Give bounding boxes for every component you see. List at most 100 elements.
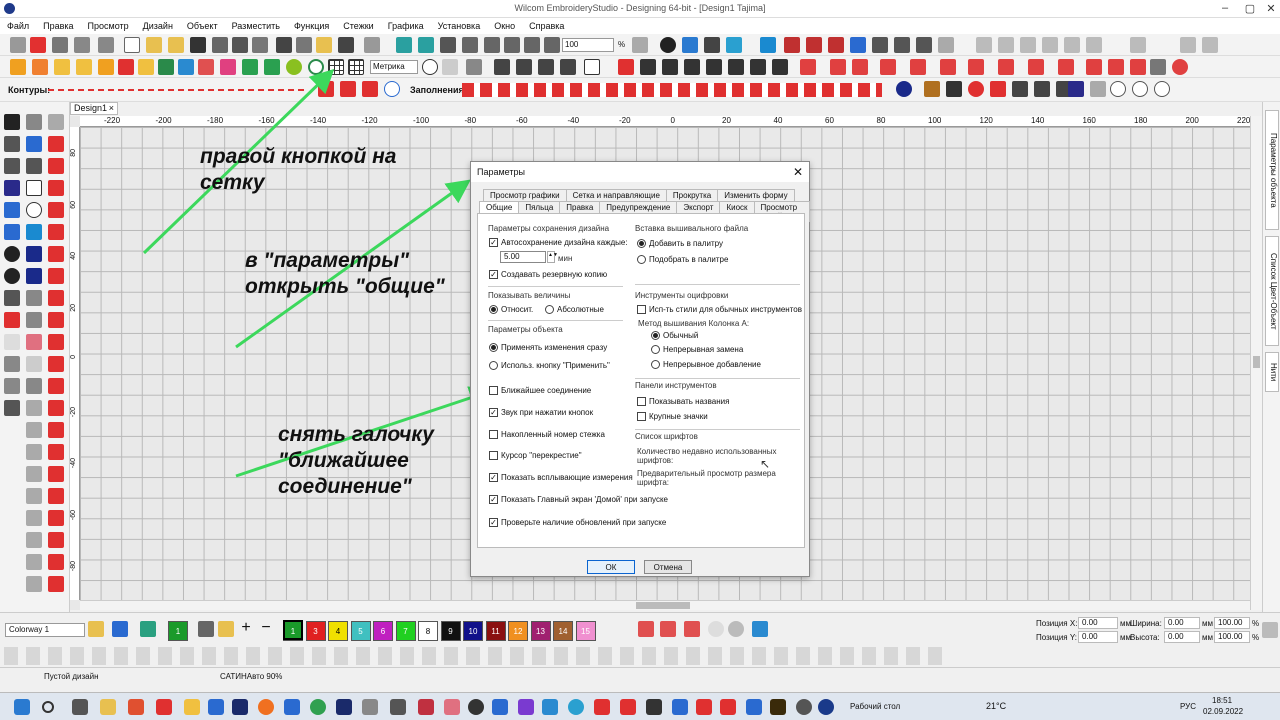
word-icon[interactable]: [284, 699, 300, 715]
settings-icon[interactable]: [796, 699, 812, 715]
show-names-checkbox[interactable]: Показывать названия: [637, 397, 729, 406]
tab-graphics-view[interactable]: Просмотр графики: [483, 189, 567, 201]
autosave-interval-input[interactable]: 5.00: [500, 251, 546, 263]
position-x-input[interactable]: 0.00: [1078, 617, 1118, 629]
color-swatch-10[interactable]: 10: [463, 621, 483, 641]
tool-icon[interactable]: [88, 621, 104, 637]
desktop-label[interactable]: Рабочий стол: [850, 702, 900, 711]
use-styles-checkbox[interactable]: Исп-ть стили для обычных инструментов: [637, 305, 802, 314]
clock-time[interactable]: 18:51: [1212, 696, 1232, 705]
large-icons-checkbox[interactable]: Крупные значки: [637, 412, 708, 421]
popup-measure-checkbox[interactable]: ✓ Показать всплывающие измерения: [489, 473, 633, 482]
app-icon[interactable]: [492, 699, 508, 715]
cancel-button[interactable]: Отмена: [644, 560, 692, 574]
app-icon[interactable]: [568, 699, 584, 715]
app-icon[interactable]: [746, 699, 762, 715]
autosave-checkbox[interactable]: ✓ Автосохранение дизайна каждые:: [489, 238, 628, 247]
tool-icon[interactable]: [708, 621, 724, 637]
color-swatch-6[interactable]: 6: [373, 621, 393, 641]
app-icon[interactable]: [208, 699, 224, 715]
colorway-select[interactable]: Colorway 1: [5, 623, 85, 637]
explorer-icon[interactable]: [100, 699, 116, 715]
search-icon[interactable]: [42, 701, 54, 713]
app-icon[interactable]: [468, 699, 484, 715]
height-input[interactable]: 0.00: [1164, 631, 1200, 643]
backup-checkbox[interactable]: ✓ Создавать резервную копию: [489, 270, 607, 279]
tool-icon[interactable]: [638, 621, 654, 637]
ok-button[interactable]: ОК: [587, 560, 635, 574]
remove-color-icon[interactable]: −: [258, 620, 274, 637]
weather-temp[interactable]: 21°C: [986, 701, 1006, 711]
firefox-icon[interactable]: [258, 699, 274, 715]
eyedropper-icon[interactable]: [198, 621, 214, 637]
add-color-icon[interactable]: +: [238, 620, 254, 637]
language-indicator[interactable]: РУС: [1180, 702, 1196, 711]
crosshair-cursor-checkbox[interactable]: Курсор "перекрестие": [489, 451, 582, 460]
home-screen-checkbox[interactable]: ✓ Показать Главный экран 'Домой' при запу…: [489, 495, 668, 504]
add-to-palette-radio[interactable]: Добавить в палитру: [637, 239, 723, 248]
dialog-close-icon[interactable]: ✕: [793, 165, 803, 179]
app-icon[interactable]: [418, 699, 434, 715]
tab-scroll[interactable]: Прокрутка: [665, 189, 719, 201]
palette-icon[interactable]: [112, 621, 128, 637]
absolute-radio[interactable]: Абсолютные: [545, 305, 604, 314]
app-icon[interactable]: [444, 699, 460, 715]
fill-bucket-icon[interactable]: [218, 621, 234, 637]
yandex-icon[interactable]: [720, 699, 736, 715]
lock-icon[interactable]: [1262, 622, 1278, 638]
color-swatch-5[interactable]: 5: [350, 621, 371, 641]
color-swatch-1[interactable]: 1: [168, 621, 188, 641]
continuous-add-radio[interactable]: Непрерывное добавление: [651, 360, 761, 369]
tab-grid-guides[interactable]: Сетка и направляющие: [565, 189, 667, 201]
app-icon[interactable]: [156, 699, 172, 715]
nearest-join-checkbox[interactable]: Ближайшее соединение: [489, 386, 591, 395]
app-icon[interactable]: [672, 699, 688, 715]
width-input[interactable]: 0.00: [1164, 617, 1200, 629]
color-swatch-9[interactable]: 9: [440, 621, 461, 641]
continuous-replace-radio[interactable]: Непрерывная замена: [651, 345, 743, 354]
illustrator-icon[interactable]: [770, 699, 786, 715]
height-percent-input[interactable]: 100.00: [1214, 631, 1250, 643]
color-swatch-11[interactable]: 11: [485, 621, 506, 641]
app-icon[interactable]: [620, 699, 636, 715]
tool-icon[interactable]: [752, 621, 768, 637]
chrome-icon[interactable]: [310, 699, 326, 715]
color-swatch-14[interactable]: 14: [553, 621, 573, 641]
match-palette-radio[interactable]: Подобрать в палитре: [637, 255, 728, 264]
app-icon[interactable]: [696, 699, 712, 715]
app-icon[interactable]: [336, 699, 352, 715]
button-sound-checkbox[interactable]: ✓ Звук при нажатии кнопок: [489, 408, 593, 417]
color-swatch-7[interactable]: 7: [395, 621, 416, 641]
check-updates-checkbox[interactable]: ✓ Проверьте наличие обновлений при запуск…: [489, 518, 666, 527]
clock-date[interactable]: 02.09.2022: [1203, 707, 1243, 716]
color-swatch-13[interactable]: 13: [530, 621, 551, 641]
app-icon[interactable]: [184, 699, 200, 715]
transform-toolbar[interactable]: [4, 647, 944, 665]
photoshop-icon[interactable]: [232, 699, 248, 715]
spinner-icon[interactable]: ▲▼: [547, 251, 558, 263]
color-swatch-8[interactable]: 8: [418, 621, 438, 641]
tool-icon[interactable]: [660, 621, 676, 637]
start-icon[interactable]: [14, 699, 30, 715]
apply-now-radio[interactable]: Применять изменения сразу: [489, 343, 607, 352]
tool-icon[interactable]: [728, 621, 744, 637]
app-icon[interactable]: [128, 699, 144, 715]
edge-icon[interactable]: [542, 699, 558, 715]
position-y-input[interactable]: 0.00: [1078, 631, 1118, 643]
width-percent-input[interactable]: 100.00: [1214, 617, 1250, 629]
app-icon[interactable]: [594, 699, 610, 715]
color-swatch-4[interactable]: 4: [328, 621, 348, 641]
color-swatch-3[interactable]: 3: [305, 621, 326, 641]
tab-reshape[interactable]: Изменить форму: [717, 189, 795, 201]
thread-icon[interactable]: [140, 621, 156, 637]
app-icon[interactable]: [362, 699, 378, 715]
color-swatch-12[interactable]: 12: [508, 621, 528, 641]
color-swatch-15[interactable]: 15: [575, 621, 596, 641]
stitch-number-checkbox[interactable]: Накопленный номер стежка: [489, 430, 605, 439]
wilcom-icon[interactable]: [818, 699, 834, 715]
apply-button-radio[interactable]: Использ. кнопку "Применить": [489, 361, 610, 370]
task-view-icon[interactable]: [72, 699, 88, 715]
app-icon[interactable]: [390, 699, 406, 715]
selected-color-swatch[interactable]: 1: [283, 620, 303, 640]
tool-icon[interactable]: [684, 621, 700, 637]
